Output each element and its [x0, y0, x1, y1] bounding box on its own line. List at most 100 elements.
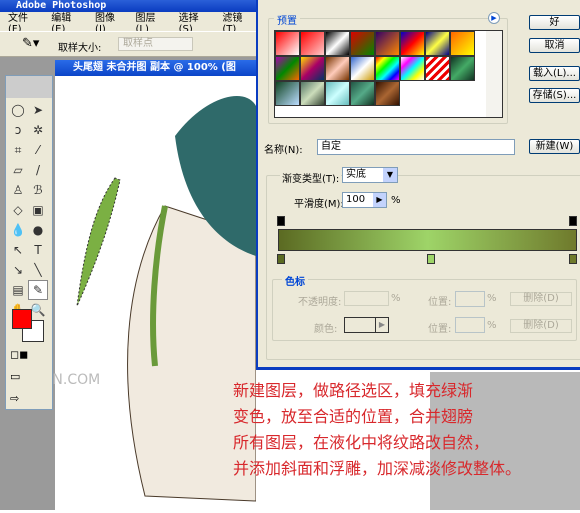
delete-opacity-stop-button[interactable]: 删除(D): [510, 292, 572, 306]
stop-color-swatch[interactable]: ▶: [344, 317, 389, 333]
sample-size-value: 取样点: [123, 38, 153, 49]
quick-mask-icon[interactable]: ◻◼: [10, 348, 50, 362]
gradient-type-label: 渐变类型(T):: [280, 170, 342, 185]
presets-scrollbar[interactable]: [486, 31, 502, 117]
gradient-preset-swatch[interactable]: [300, 31, 325, 56]
tutorial-caption: 新建图层，做路径选区，填充绿渐 变色，放至合适的位置，合并翅膀 所有图层，在液化…: [233, 378, 521, 482]
sample-size-label: 取样大小:: [58, 43, 102, 54]
gradient-preset-swatch[interactable]: [350, 81, 375, 106]
healing-brush-icon[interactable]: ▱: [8, 160, 28, 180]
opacity-location-label: 位置:: [428, 297, 452, 308]
gradient-preset-swatch[interactable]: [400, 31, 425, 56]
opacity-stop-left[interactable]: [277, 216, 285, 226]
gradient-preset-swatch[interactable]: [400, 56, 425, 81]
slice-tool-icon[interactable]: ⁄: [28, 140, 48, 160]
gradient-bar[interactable]: [278, 229, 577, 251]
caption-line: 所有图层，在液化中将纹路改自然，: [233, 433, 490, 452]
opacity-percent: %: [391, 293, 401, 304]
gradient-preset-swatch[interactable]: [425, 31, 450, 56]
gradient-preset-swatch[interactable]: [425, 56, 450, 81]
smoothness-slider-arrow-icon[interactable]: ▶: [373, 193, 386, 207]
delete-color-stop-button[interactable]: 删除(D): [510, 319, 572, 333]
ok-button[interactable]: 好: [529, 15, 580, 30]
toolbox-logo: [6, 76, 52, 98]
eyedropper-tool-preset-icon[interactable]: ✎▾: [22, 36, 39, 51]
caption-line: 新建图层，做路径选区，填充绿渐: [233, 381, 474, 400]
move-tool-icon[interactable]: ➤: [28, 100, 48, 120]
blur-tool-icon[interactable]: 💧: [8, 220, 28, 240]
gradient-type-value: 实底: [346, 169, 366, 180]
cancel-button[interactable]: 取消: [529, 38, 580, 53]
presets-menu-icon[interactable]: ▶: [488, 12, 500, 24]
name-label: 名称(N):: [264, 145, 303, 156]
chevron-down-icon: ▼: [383, 168, 397, 182]
crop-tool-icon[interactable]: ⌗: [8, 140, 28, 160]
caption-line: 并添加斜面和浮雕，加深减淡修改整体。: [233, 459, 522, 478]
gradient-editor-dialog: 预置 ▶ 好 取消 载入(L)... 存储(S)... 新建(W) 名称(N):…: [256, 0, 580, 370]
cicada-artwork: [76, 96, 257, 502]
gradient-preset-swatch[interactable]: [375, 56, 400, 81]
type-tool-icon[interactable]: T: [28, 240, 48, 260]
color-label: 颜色:: [314, 324, 338, 335]
path-select-icon[interactable]: ↖: [8, 240, 28, 260]
screen-mode-icon[interactable]: ▭: [10, 370, 50, 384]
wing-selection: [76, 177, 121, 307]
new-button[interactable]: 新建(W): [529, 139, 580, 154]
gradient-tool-icon[interactable]: ▣: [28, 200, 48, 220]
gradient-preset-swatch[interactable]: [275, 31, 300, 56]
smoothness-input[interactable]: 100 ▶: [342, 192, 387, 208]
gradient-preset-swatch[interactable]: [300, 56, 325, 81]
document-title-bar[interactable]: 头尾翅 未合并图 副本 @ 100% (图: [55, 60, 256, 76]
color-stop-left[interactable]: [277, 254, 285, 264]
stops-group-label: 色标: [282, 273, 308, 288]
opacity-label: 不透明度:: [298, 297, 342, 308]
gradient-preset-swatch[interactable]: [375, 31, 400, 56]
color-stop-middle[interactable]: [427, 254, 435, 264]
history-brush-icon[interactable]: ℬ: [28, 180, 48, 200]
notes-tool-icon[interactable]: ▤: [8, 280, 28, 300]
opacity-stop-right[interactable]: [569, 216, 577, 226]
gradient-preset-swatch[interactable]: [350, 56, 375, 81]
gradient-preset-swatch[interactable]: [325, 56, 350, 81]
brush-tool-icon[interactable]: /: [28, 160, 48, 180]
gradient-preset-swatch[interactable]: [275, 81, 300, 106]
menu-bar: 文件(F) 编辑(E) 图像(I) 图层(L) 选择(S) 滤镜(T): [0, 12, 256, 35]
pen-tool-icon[interactable]: ↘: [8, 260, 28, 280]
line-tool-icon[interactable]: ╲: [28, 260, 48, 280]
gradient-preset-swatch[interactable]: [375, 81, 400, 106]
marquee-tool-icon[interactable]: ◯: [8, 100, 28, 120]
toolbox: ◯➤ ↄ✲ ⌗⁄ ▱/ ♙ℬ ◇▣ 💧● ↖T ↘╲ ▤✎ ✋🔍 ◻◼ ▭ ⇨: [5, 75, 53, 410]
load-button[interactable]: 载入(L)...: [529, 66, 580, 81]
opacity-input[interactable]: [344, 291, 389, 306]
foreground-color-swatch[interactable]: [12, 309, 32, 329]
presets-label: 预置: [274, 12, 300, 27]
document-canvas[interactable]: [55, 76, 257, 510]
presets-grid: [274, 30, 503, 118]
magic-wand-icon[interactable]: ✲: [28, 120, 48, 140]
gradient-preset-swatch[interactable]: [325, 81, 350, 106]
gradient-preset-swatch[interactable]: [450, 31, 475, 56]
eyedropper-tool-icon[interactable]: ✎: [28, 280, 48, 300]
jump-to-imageready-icon[interactable]: ⇨: [10, 392, 50, 406]
gradient-preset-swatch[interactable]: [275, 56, 300, 81]
gradient-preset-swatch[interactable]: [450, 56, 475, 81]
gradient-type-select[interactable]: 实底 ▼: [342, 167, 398, 183]
save-button[interactable]: 存储(S)...: [529, 88, 580, 103]
lasso-tool-icon[interactable]: ↄ: [8, 120, 28, 140]
eraser-tool-icon[interactable]: ◇: [8, 200, 28, 220]
options-bar: ✎▾ 取样大小: 取样点: [0, 31, 256, 57]
color-location-label: 位置:: [428, 324, 452, 335]
color-location-input[interactable]: [455, 317, 485, 333]
dodge-tool-icon[interactable]: ●: [28, 220, 48, 240]
color-picker-arrow-icon[interactable]: ▶: [375, 318, 388, 332]
gradient-preset-swatch[interactable]: [350, 31, 375, 56]
name-input[interactable]: 自定: [317, 139, 515, 155]
opacity-location-input[interactable]: [455, 291, 485, 307]
gradient-preset-swatch[interactable]: [325, 31, 350, 56]
smoothness-label: 平滑度(M):: [294, 199, 344, 210]
color-stop-right[interactable]: [569, 254, 577, 264]
gradient-preset-swatch[interactable]: [300, 81, 325, 106]
sample-size-select[interactable]: 取样点: [118, 37, 193, 51]
color-location-percent: %: [487, 320, 497, 331]
stamp-tool-icon[interactable]: ♙: [8, 180, 28, 200]
